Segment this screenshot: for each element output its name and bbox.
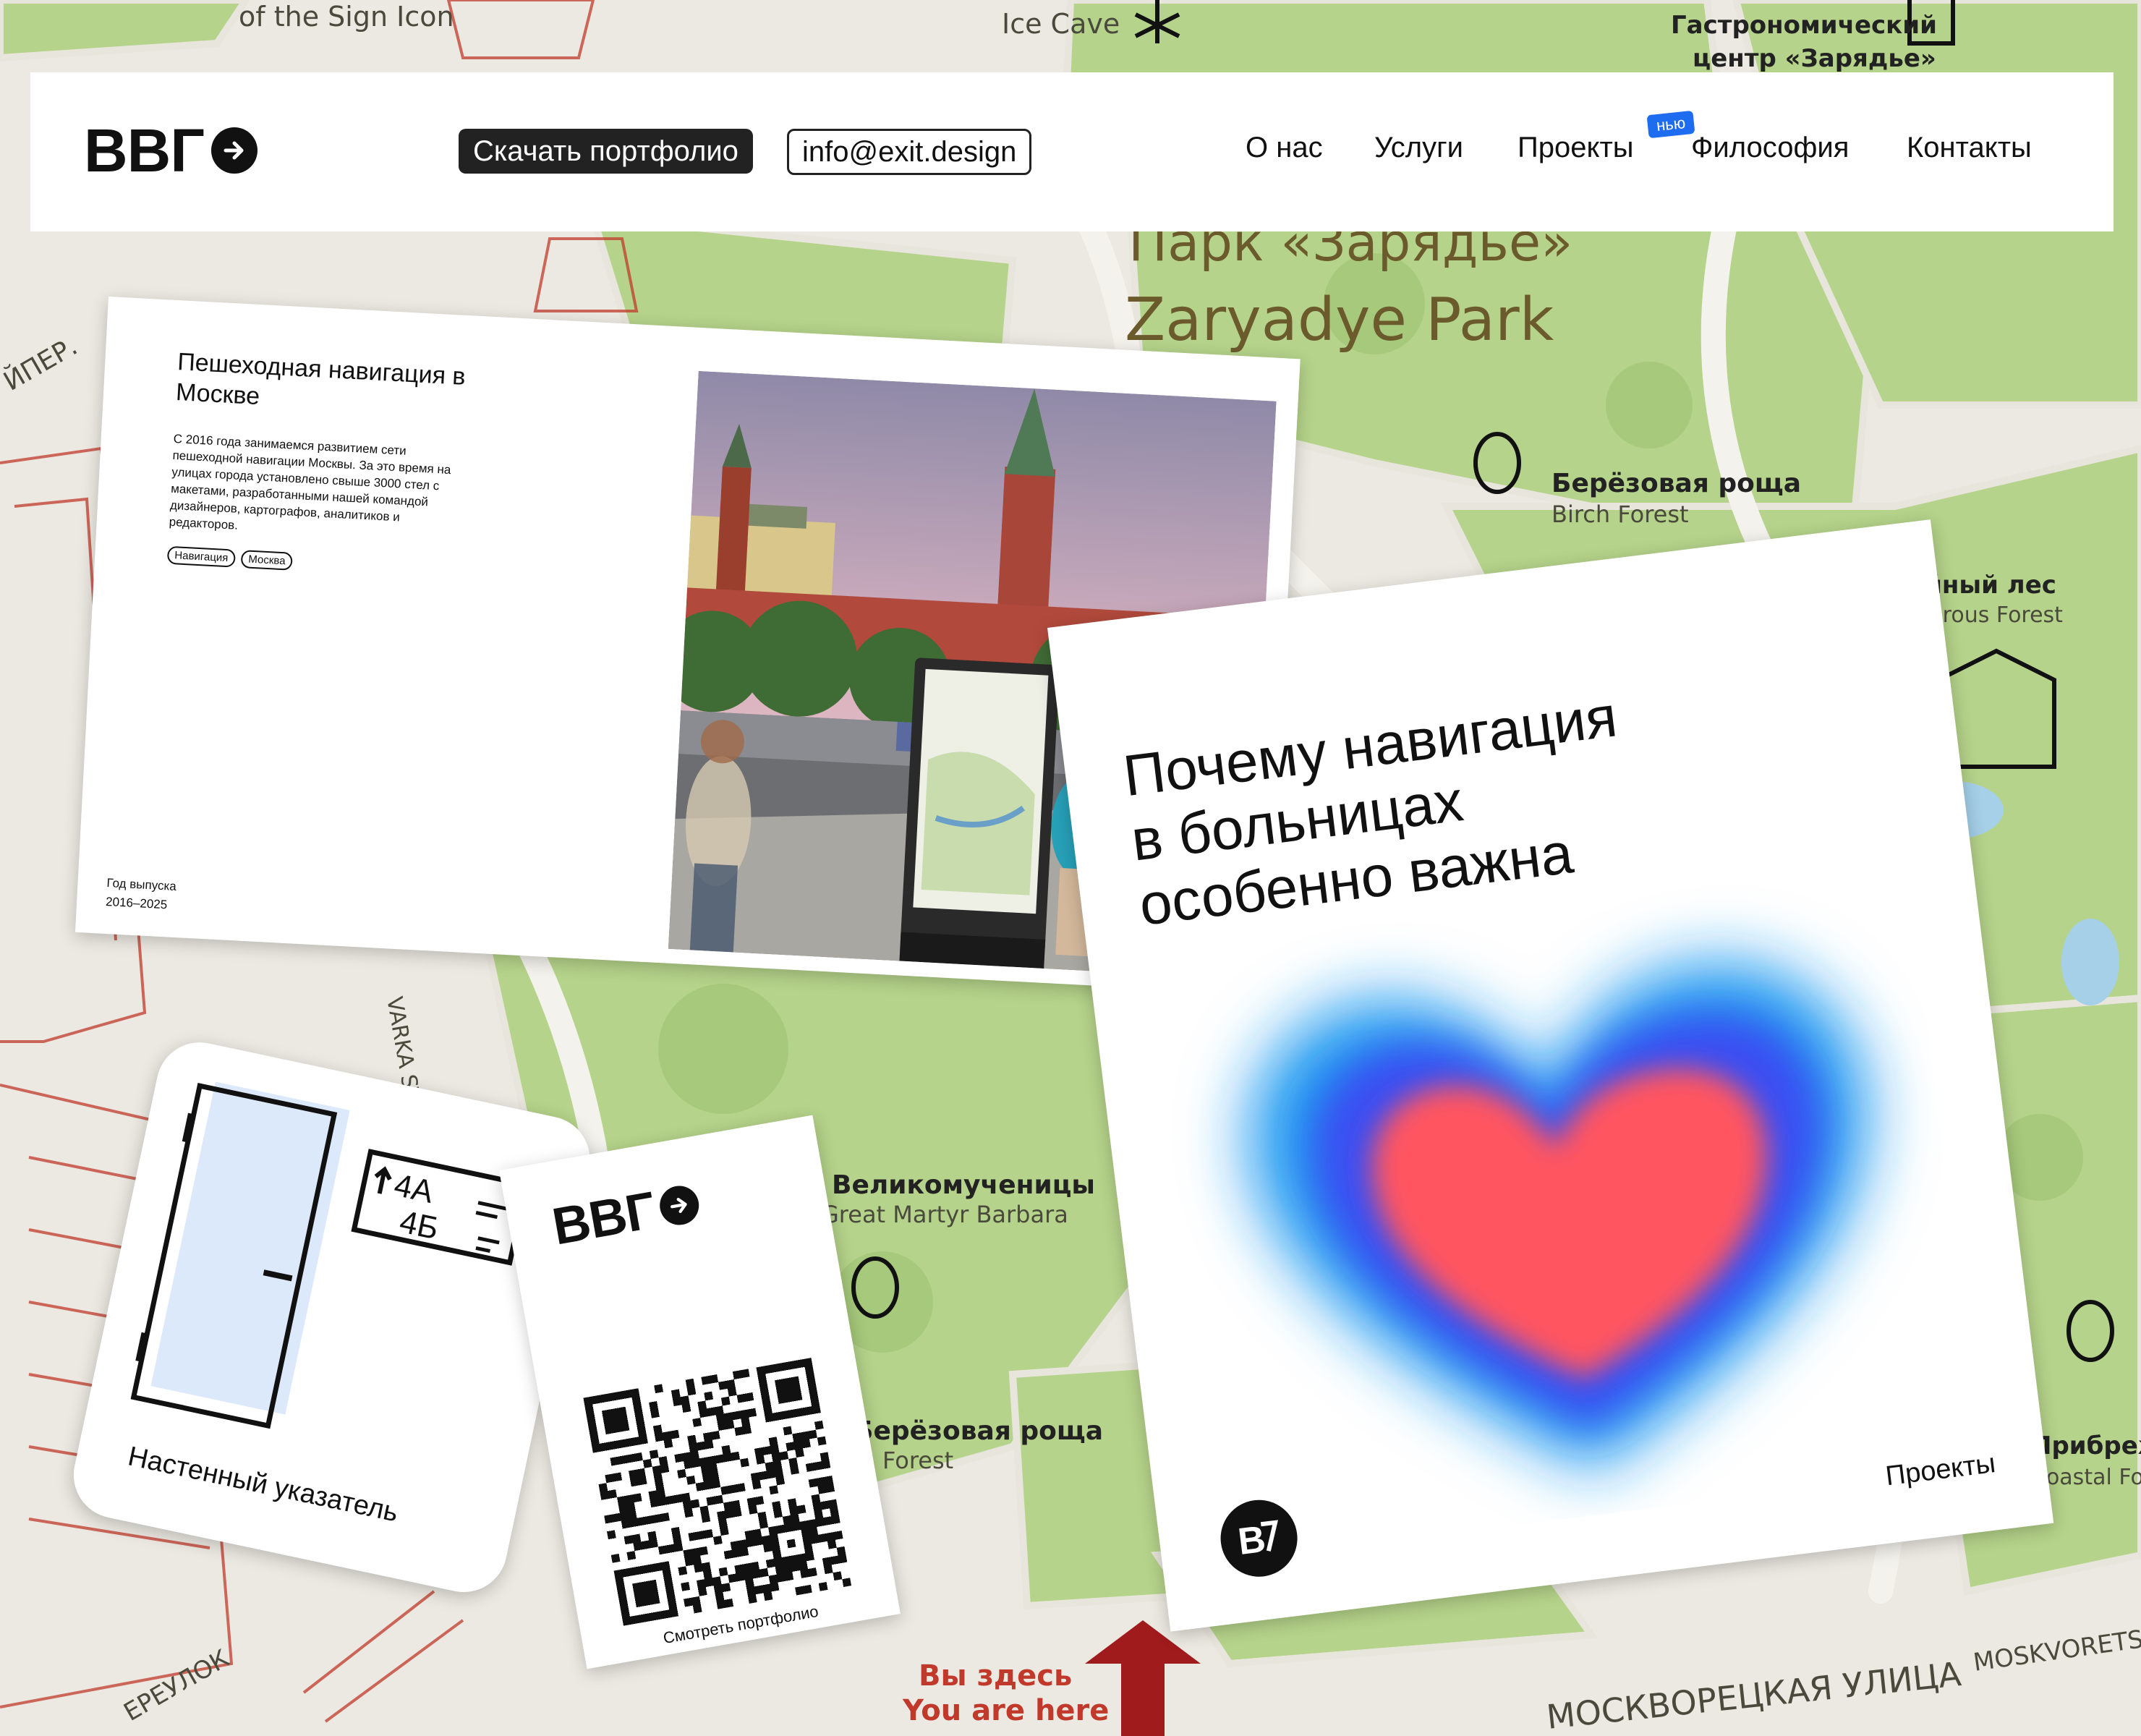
nav-about[interactable]: О нас — [1246, 132, 1323, 164]
map-label: Берёзовая роща — [1552, 469, 1801, 498]
project-title: Пешеходная навигация в Москве — [175, 348, 467, 411]
logo-text: ВВГ — [84, 116, 205, 184]
map-label: Гастрономический — [1671, 11, 1937, 40]
year-value: 2016–2025 — [105, 894, 168, 912]
map-label: Ice Cave — [1002, 8, 1120, 40]
download-portfolio-button[interactable]: Скачать портфолио — [459, 129, 753, 174]
you-are-here-label: Вы здесь — [919, 1659, 1072, 1693]
nav-services[interactable]: Услуги — [1374, 132, 1463, 164]
heart-gradient-image — [1248, 961, 1868, 1472]
arrow-right-icon — [210, 127, 257, 174]
nav-projects[interactable]: Проекты — [1518, 132, 1634, 164]
tag-moscow[interactable]: Москва — [240, 550, 294, 571]
project-tags: Навигация Москва — [166, 545, 294, 571]
map-label: Прибреж — [2031, 1431, 2141, 1460]
map-label: Берёзовая роща — [854, 1416, 1103, 1446]
year-label: Год выпуска — [106, 875, 177, 894]
map-label: of the Sign Icon — [239, 1, 454, 33]
map-label: Great Martyr Barbara — [821, 1201, 1068, 1228]
project-description: С 2016 года занимаемся развитием сети пе… — [169, 431, 451, 532]
qr-code[interactable] — [583, 1358, 852, 1626]
qr-card-logo: ВВГ — [548, 1173, 704, 1256]
you-are-here-label: You are here — [902, 1694, 1109, 1727]
map-label: Forest — [882, 1447, 953, 1474]
nav-philosophy[interactable]: Философия — [1691, 132, 1849, 164]
site-header: ВВГ Скачать портфолио info@exit.design О… — [30, 72, 2114, 231]
new-badge: нью — [1646, 110, 1695, 139]
article-card-hospital-navigation[interactable]: Почему навигация в больницах особенно ва… — [1047, 519, 2054, 1632]
nav-contacts[interactable]: Контакты — [1907, 132, 2032, 164]
door-sign-illustration: 4А 4Б — [130, 1081, 529, 1429]
map-label: Zaryadye Park — [1125, 286, 1554, 354]
arrow-right-icon — [656, 1183, 702, 1228]
site-logo[interactable]: ВВГ — [84, 114, 257, 187]
map-label: Birch Forest — [1552, 501, 1689, 528]
email-link[interactable]: info@exit.design — [787, 129, 1032, 175]
logo-text: ВВГ — [548, 1181, 660, 1256]
tag-navigation[interactable]: Навигация — [166, 545, 237, 568]
map-label: Великомученицы — [832, 1170, 1095, 1200]
map-label: центр «Зарядье» — [1693, 44, 1936, 73]
